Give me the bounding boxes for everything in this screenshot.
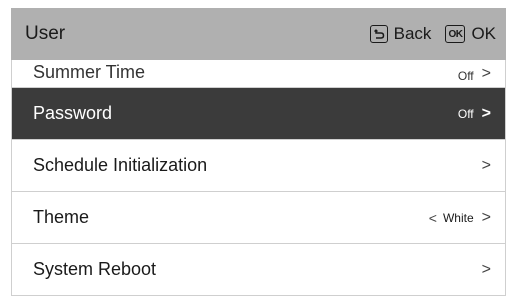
menu-item-label: System Reboot <box>33 259 157 279</box>
page-title: User <box>25 23 66 44</box>
title-bar: User Back OK OK <box>11 8 506 60</box>
menu-item-system-reboot[interactable]: System Reboot > <box>12 244 505 296</box>
menu-item-theme[interactable]: Theme < White > <box>12 192 505 244</box>
chevron-right-icon[interactable]: > <box>482 209 491 227</box>
settings-screen: Summer Time Off > Password Off > Schedul… <box>0 0 513 296</box>
chevron-right-icon: > <box>481 65 491 82</box>
menu-item-schedule-initialization[interactable]: Schedule Initialization > <box>12 140 505 192</box>
chevron-left-icon[interactable]: < <box>429 210 437 226</box>
header-controls: Back OK OK <box>369 24 496 44</box>
chevron-right-icon: > <box>481 104 491 122</box>
menu-item-label: Summer Time <box>33 62 146 82</box>
ok-key-icon[interactable]: OK <box>445 25 466 43</box>
ok-button[interactable]: OK <box>471 24 496 44</box>
chevron-right-icon: > <box>481 260 491 278</box>
chevron-right-icon: > <box>481 156 491 174</box>
menu-item-value: Off <box>457 69 474 83</box>
menu-item-label: Theme <box>33 207 90 227</box>
menu-item-value: Off <box>457 106 474 121</box>
menu-item-label: Password <box>33 103 113 123</box>
back-button[interactable]: Back <box>394 24 432 44</box>
menu-item-value: White <box>442 210 474 225</box>
settings-menu-list: Summer Time Off > Password Off > Schedul… <box>11 47 506 296</box>
menu-item-password[interactable]: Password Off > <box>12 88 505 140</box>
back-arrow-icon <box>373 29 384 39</box>
menu-item-label: Schedule Initialization <box>33 155 208 175</box>
back-key-icon[interactable] <box>369 25 388 43</box>
